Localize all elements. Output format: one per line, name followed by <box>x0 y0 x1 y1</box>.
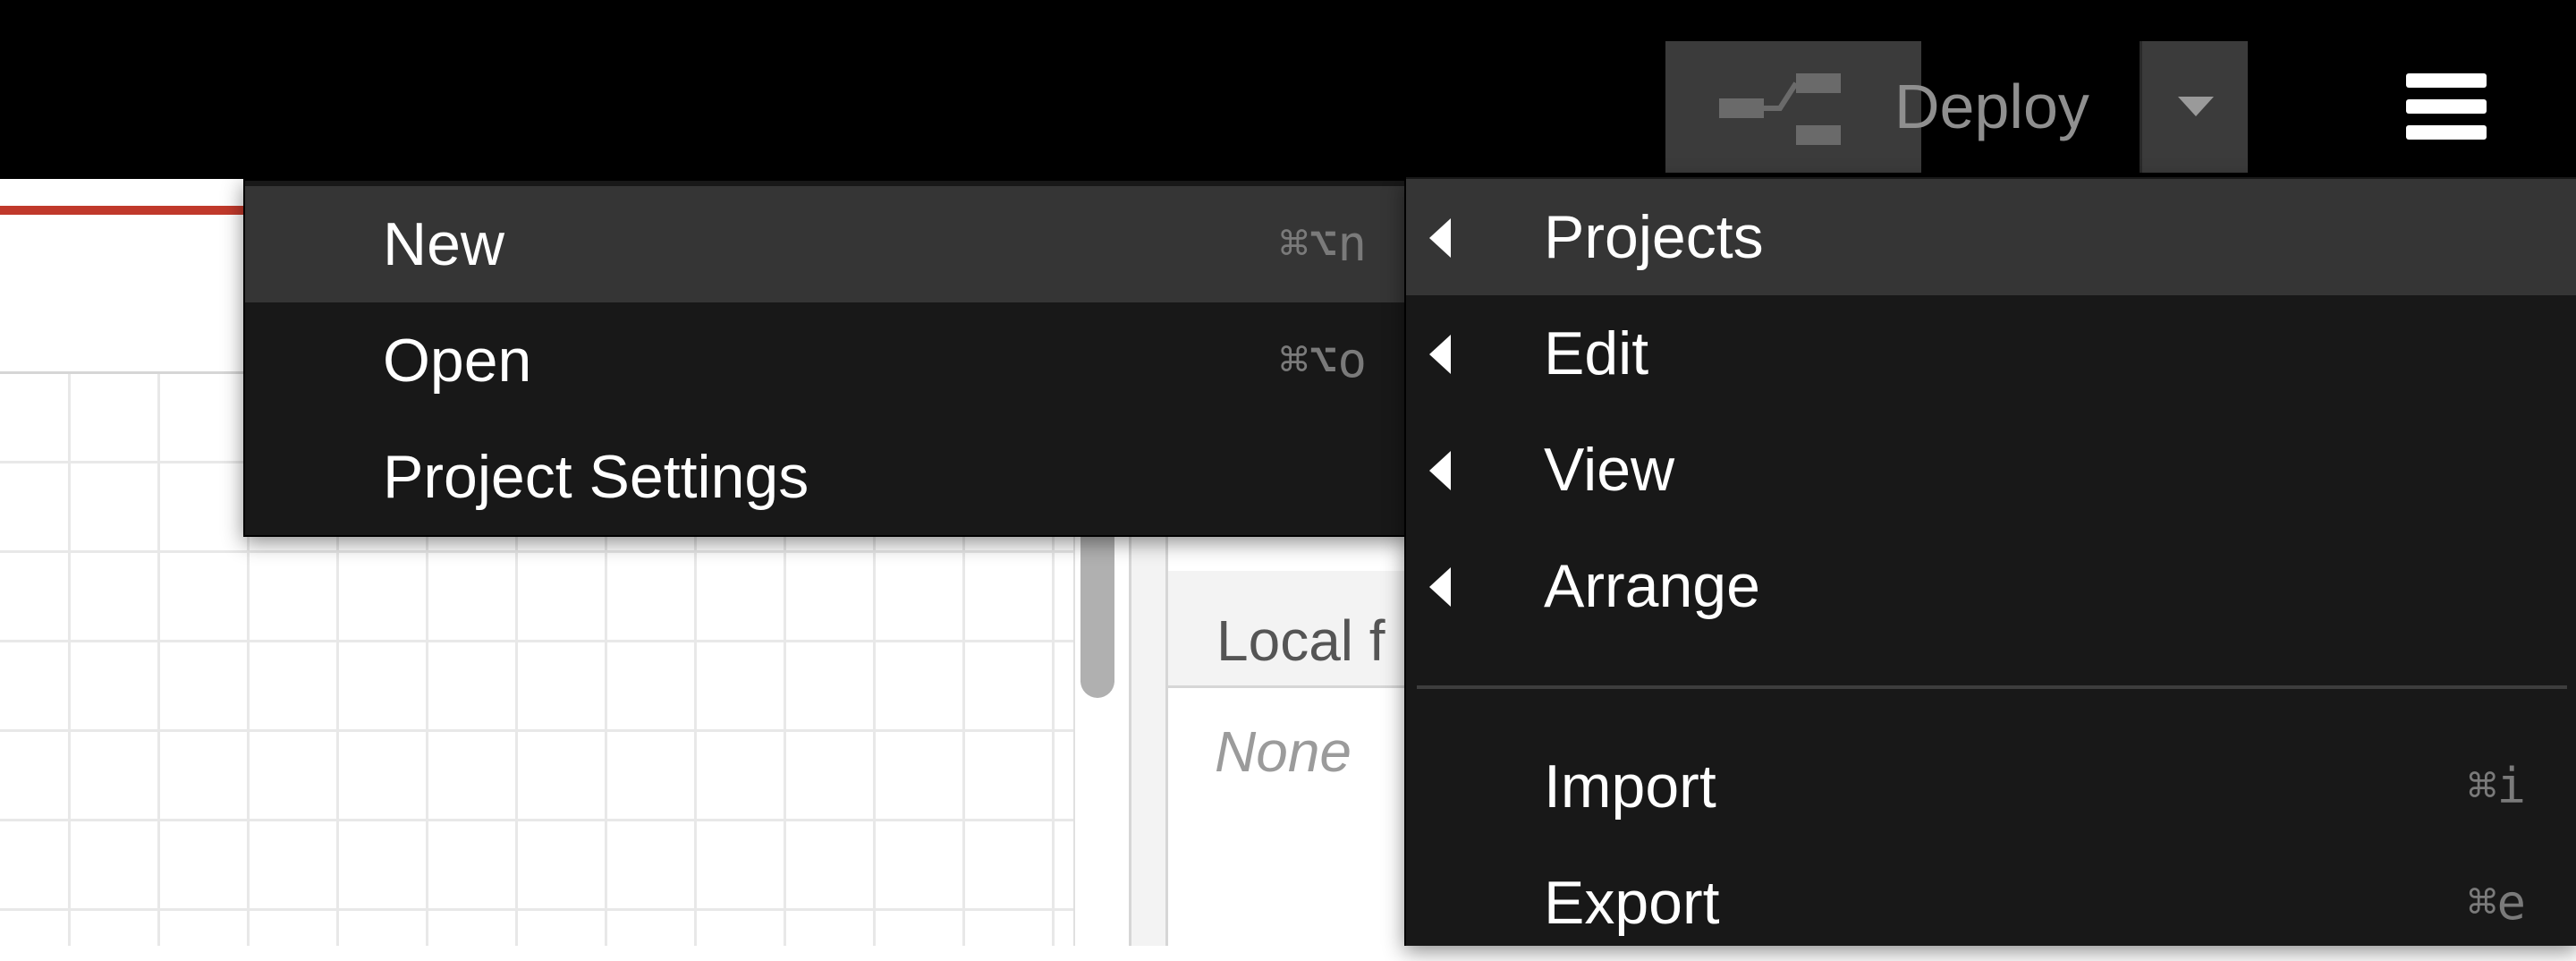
menu-item-label: Project Settings <box>383 443 809 511</box>
menu-item-edit[interactable]: Edit <box>1406 295 2576 412</box>
menu-item-label: Import <box>1544 753 1716 821</box>
menu-item-shortcut: ⌘e <box>2467 874 2526 931</box>
menu-item-shortcut: ⌘⌥n <box>1279 216 1367 272</box>
menu-item-import[interactable]: Import ⌘i <box>1406 728 2576 845</box>
menu-item-projects[interactable]: Projects <box>1406 179 2576 295</box>
menu-item-shortcut: ⌘i <box>2467 758 2526 814</box>
submenu-arrow-icon <box>1429 218 1451 258</box>
main-menu-button[interactable] <box>2406 68 2487 145</box>
menu-item-shortcut: ⌘⌥o <box>1279 332 1367 388</box>
main-menu: Projects Edit View Arrange Import ⌘i Exp… <box>1404 177 2576 946</box>
deploy-icon <box>1719 73 1841 145</box>
menu-item-label: Open <box>383 327 532 395</box>
menu-item-label: Export <box>1544 869 1720 937</box>
menu-item-arrange[interactable]: Arrange <box>1406 528 2576 644</box>
projects-submenu: New ⌘⌥n Open ⌘⌥o Project Settings <box>243 179 1411 537</box>
menu-item-view[interactable]: View <box>1406 412 2576 528</box>
submenu-arrow-icon <box>1429 451 1451 490</box>
hamburger-icon-bar <box>2406 125 2487 140</box>
sidebar-empty-text: None <box>1215 719 1352 784</box>
caret-down-icon <box>2178 97 2214 116</box>
menu-item-export[interactable]: Export ⌘e <box>1406 845 2576 961</box>
submenu-arrow-icon <box>1429 567 1451 607</box>
deploy-options-button[interactable] <box>2142 41 2248 173</box>
app-header: Deploy <box>0 0 2576 179</box>
menu-item-label: Edit <box>1544 319 1649 387</box>
deploy-button[interactable]: Deploy <box>1665 41 2089 173</box>
menu-item-label: Projects <box>1544 203 1764 271</box>
menu-item-label: Arrange <box>1544 552 1760 620</box>
menu-item-label: New <box>383 210 505 278</box>
menu-divider <box>1417 685 2567 689</box>
sidebar-section-title: Local f <box>1216 608 1385 673</box>
menu-item-project-settings[interactable]: Project Settings <box>245 419 1410 535</box>
menu-item-open[interactable]: Open ⌘⌥o <box>245 302 1410 419</box>
hamburger-icon-bar <box>2406 73 2487 88</box>
menu-item-new[interactable]: New ⌘⌥n <box>245 186 1410 302</box>
hamburger-icon-bar <box>2406 99 2487 114</box>
submenu-arrow-icon <box>1429 335 1451 374</box>
deploy-label: Deploy <box>1894 72 2089 141</box>
menu-item-label: View <box>1544 436 1675 504</box>
